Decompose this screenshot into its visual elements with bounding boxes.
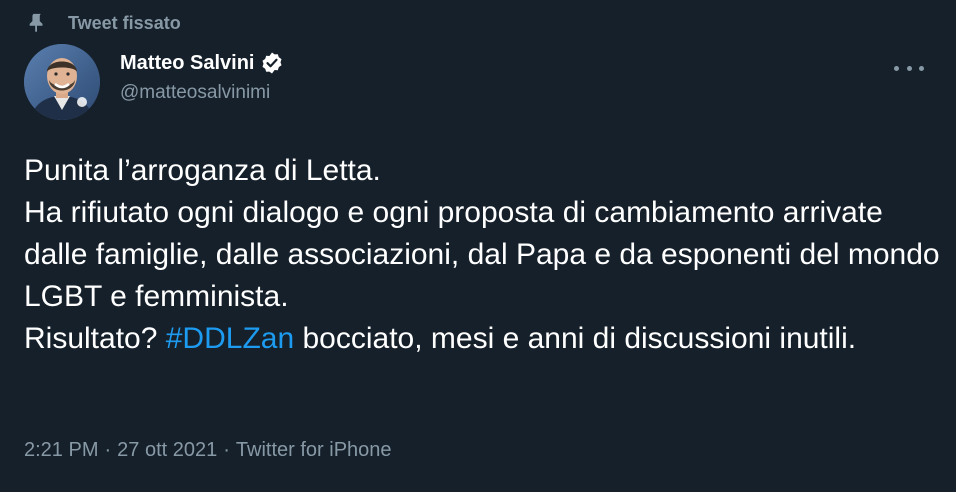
author-display-name[interactable]: Matteo Salvini (120, 52, 254, 75)
author-info: Matteo Salvini @matteosalvinimi (120, 50, 284, 104)
tweet-line: Ha rifiutato ogni dialogo e ogni propost… (24, 196, 940, 313)
tweet-source[interactable]: Twitter for iPhone (236, 439, 392, 462)
tweet-time[interactable]: 2:21 PM (24, 439, 98, 462)
meta-separator: · (104, 439, 112, 461)
tweet-meta: 2:21 PM · 27 ott 2021 · Twitter for iPho… (24, 439, 392, 462)
verified-badge-icon (260, 51, 284, 75)
tweet-line: Punita l’arroganza di Letta. (24, 154, 381, 187)
more-icon (906, 65, 912, 71)
avatar[interactable] (24, 44, 100, 120)
tweet-header: Matteo Salvini @matteosalvinimi (24, 44, 932, 120)
tweet-date[interactable]: 27 ott 2021 (117, 439, 217, 462)
pinned-label: Tweet fissato (68, 12, 181, 33)
tweet-line: bocciato, mesi e anni di discussioni inu… (294, 322, 857, 355)
more-options-button[interactable] (894, 58, 924, 78)
tweet-line: Risultato? (24, 322, 166, 355)
hashtag-link[interactable]: #DDLZan (166, 322, 294, 355)
pinned-indicator: Tweet fissato (26, 10, 181, 36)
author-handle[interactable]: @matteosalvinimi (120, 82, 284, 104)
pin-icon (26, 12, 48, 34)
name-row: Matteo Salvini (120, 50, 284, 76)
more-icon (894, 65, 899, 71)
meta-separator: · (223, 439, 230, 461)
tweet-text: Punita l’arroganza di Letta. Ha rifiutat… (24, 150, 944, 360)
more-icon (919, 65, 924, 71)
